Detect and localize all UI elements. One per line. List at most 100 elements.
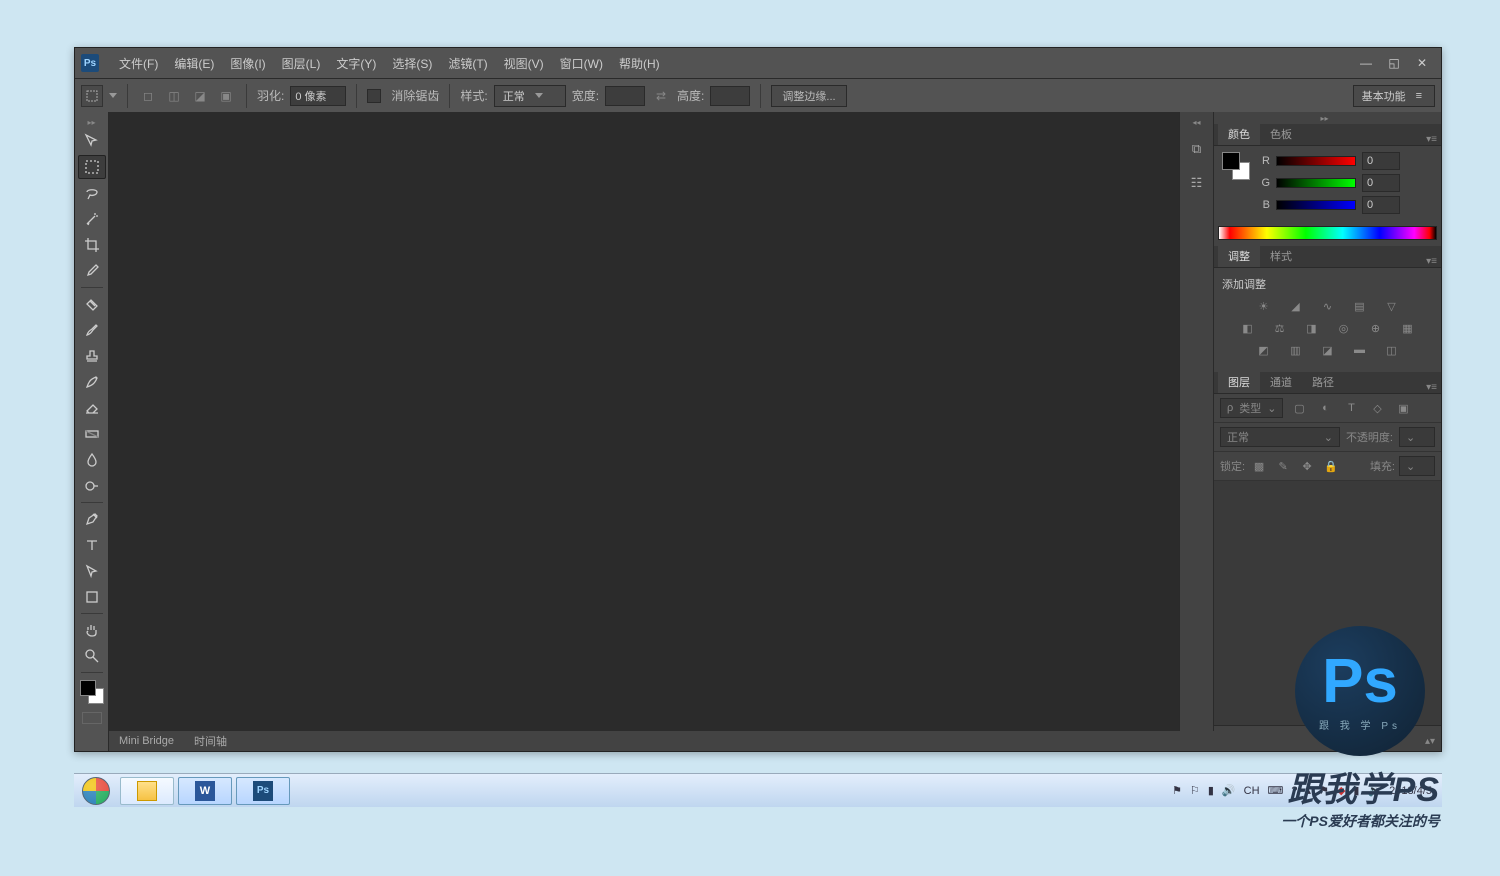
intersect-selection-icon[interactable]: ▣ — [216, 86, 236, 106]
tab-adjustments[interactable]: 调整 — [1218, 245, 1260, 267]
history-brush-tool[interactable] — [78, 370, 106, 394]
color-swatch[interactable] — [80, 680, 104, 704]
refine-edge-button[interactable]: 调整边缘... — [771, 85, 846, 107]
panel-menu-icon[interactable]: ▾≡ — [1426, 256, 1437, 267]
filter-pixel-icon[interactable]: ▢ — [1289, 400, 1309, 416]
lasso-tool[interactable] — [78, 181, 106, 205]
new-selection-icon[interactable]: ◻ — [138, 86, 158, 106]
eyedropper-tool[interactable] — [78, 259, 106, 283]
panel-swatch[interactable] — [1222, 152, 1250, 180]
flag-icon[interactable]: ⚑ — [1172, 784, 1182, 797]
filter-type-dropdown[interactable]: ρ 类型 ⌄ — [1220, 398, 1283, 418]
marquee-tool[interactable] — [78, 155, 106, 179]
vibrance-icon[interactable]: ▽ — [1382, 298, 1402, 314]
lock-paint-icon[interactable]: ✎ — [1273, 458, 1293, 474]
panel-menu-icon[interactable]: ▾≡ — [1426, 382, 1437, 393]
fill-input[interactable]: ⌄ — [1399, 456, 1435, 476]
ime-mode-icon[interactable]: ⌨ — [1268, 784, 1284, 797]
hue-icon[interactable]: ◧ — [1238, 320, 1258, 336]
tab-timeline[interactable]: 时间轴 — [184, 731, 237, 751]
panel-menu-icon[interactable]: ▾≡ — [1426, 134, 1437, 145]
start-button[interactable] — [74, 774, 118, 808]
workspace-dropdown[interactable]: 基本功能≡ — [1353, 85, 1435, 107]
taskbar-photoshop[interactable]: Ps — [236, 777, 290, 805]
lookup-icon[interactable]: ▦ — [1398, 320, 1418, 336]
balance-icon[interactable]: ⚖ — [1270, 320, 1290, 336]
menu-type[interactable]: 文字(Y) — [328, 49, 384, 77]
lock-pos-icon[interactable]: ✥ — [1297, 458, 1317, 474]
chevron-down-icon[interactable] — [109, 93, 117, 98]
tray-expand-icon[interactable]: ▴ — [1306, 784, 1312, 797]
filter-type-icon[interactable]: T — [1341, 400, 1361, 416]
menu-view[interactable]: 视图(V) — [496, 49, 552, 77]
clock-date[interactable]: 2018/4/5 — [1389, 785, 1432, 797]
opacity-input[interactable]: ⌄ — [1399, 427, 1435, 447]
lock-trans-icon[interactable]: ▩ — [1249, 458, 1269, 474]
maximize-button[interactable]: ◱ — [1381, 53, 1407, 73]
g-input[interactable] — [1362, 174, 1400, 192]
foreground-color[interactable] — [80, 680, 96, 696]
brush-tool[interactable] — [78, 318, 106, 342]
taskbar-word[interactable]: W — [178, 777, 232, 805]
photo-filter-icon[interactable]: ◎ — [1334, 320, 1354, 336]
exposure-icon[interactable]: ▤ — [1350, 298, 1370, 314]
menu-image[interactable]: 图像(I) — [222, 49, 273, 77]
menu-help[interactable]: 帮助(H) — [611, 49, 668, 77]
menu-edit[interactable]: 编辑(E) — [166, 49, 222, 77]
tab-channels[interactable]: 通道 — [1260, 371, 1302, 393]
lock-all-icon[interactable]: 🔒 — [1321, 458, 1341, 474]
filter-shape-icon[interactable]: ◇ — [1367, 400, 1387, 416]
posterize-icon[interactable]: ▥ — [1286, 342, 1306, 358]
filter-adjust-icon[interactable]: ◐ — [1315, 400, 1335, 416]
threshold-icon[interactable]: ◪ — [1318, 342, 1338, 358]
ime-indicator[interactable]: CH — [1244, 785, 1260, 797]
crop-tool[interactable] — [78, 233, 106, 257]
dock-toggle-icon[interactable]: ◂◂ — [1180, 116, 1213, 128]
antialias-checkbox[interactable] — [367, 89, 381, 103]
minimize-button[interactable]: — — [1353, 53, 1379, 73]
shape-tool[interactable] — [78, 585, 106, 609]
invert-icon[interactable]: ◩ — [1254, 342, 1274, 358]
properties-panel-icon[interactable]: ☷ — [1184, 170, 1210, 196]
blur-tool[interactable] — [78, 448, 106, 472]
menu-file[interactable]: 文件(F) — [111, 49, 166, 77]
tool-preset-icon[interactable] — [81, 85, 103, 107]
wand-tool[interactable] — [78, 207, 106, 231]
curves-icon[interactable]: ∿ — [1318, 298, 1338, 314]
canvas-area[interactable] — [109, 112, 1179, 751]
gradient-map-icon[interactable]: ▬ — [1350, 342, 1370, 358]
close-button[interactable]: ✕ — [1409, 53, 1435, 73]
g-slider[interactable] — [1276, 178, 1356, 188]
width-input[interactable] — [605, 86, 645, 106]
zoom-tool[interactable] — [78, 644, 106, 668]
type-tool[interactable] — [78, 533, 106, 557]
feather-input[interactable] — [290, 86, 346, 106]
b-input[interactable] — [1362, 196, 1400, 214]
tab-paths[interactable]: 路径 — [1302, 371, 1344, 393]
swap-wh-icon[interactable]: ⇄ — [651, 86, 671, 106]
tray-volume-icon[interactable]: 🔊 — [1367, 784, 1381, 797]
menu-layer[interactable]: 图层(L) — [274, 49, 329, 77]
move-tool[interactable] — [78, 129, 106, 153]
network-icon[interactable]: ▮ — [1208, 784, 1214, 797]
menu-select[interactable]: 选择(S) — [384, 49, 440, 77]
stamp-tool[interactable] — [78, 344, 106, 368]
tray-net-icon[interactable]: ▮ — [1353, 784, 1359, 797]
brightness-icon[interactable]: ☀ — [1254, 298, 1274, 314]
gradient-tool[interactable] — [78, 422, 106, 446]
heal-tool[interactable] — [78, 292, 106, 316]
tab-styles[interactable]: 样式 — [1260, 245, 1302, 267]
pen-tool[interactable] — [78, 507, 106, 531]
tab-mini-bridge[interactable]: Mini Bridge — [109, 733, 184, 749]
tray-av-icon[interactable]: ◆ — [1337, 784, 1345, 797]
hand-tool[interactable] — [78, 618, 106, 642]
height-input[interactable] — [710, 86, 750, 106]
menu-filter[interactable]: 滤镜(T) — [440, 49, 495, 77]
volume-icon[interactable]: 🔊 — [1222, 784, 1236, 797]
taskbar-explorer[interactable] — [120, 777, 174, 805]
levels-icon[interactable]: ◢ — [1286, 298, 1306, 314]
blend-mode-dropdown[interactable]: 正常⌄ — [1220, 427, 1340, 447]
sub-selection-icon[interactable]: ◪ — [190, 86, 210, 106]
add-selection-icon[interactable]: ◫ — [164, 86, 184, 106]
selective-icon[interactable]: ◫ — [1382, 342, 1402, 358]
